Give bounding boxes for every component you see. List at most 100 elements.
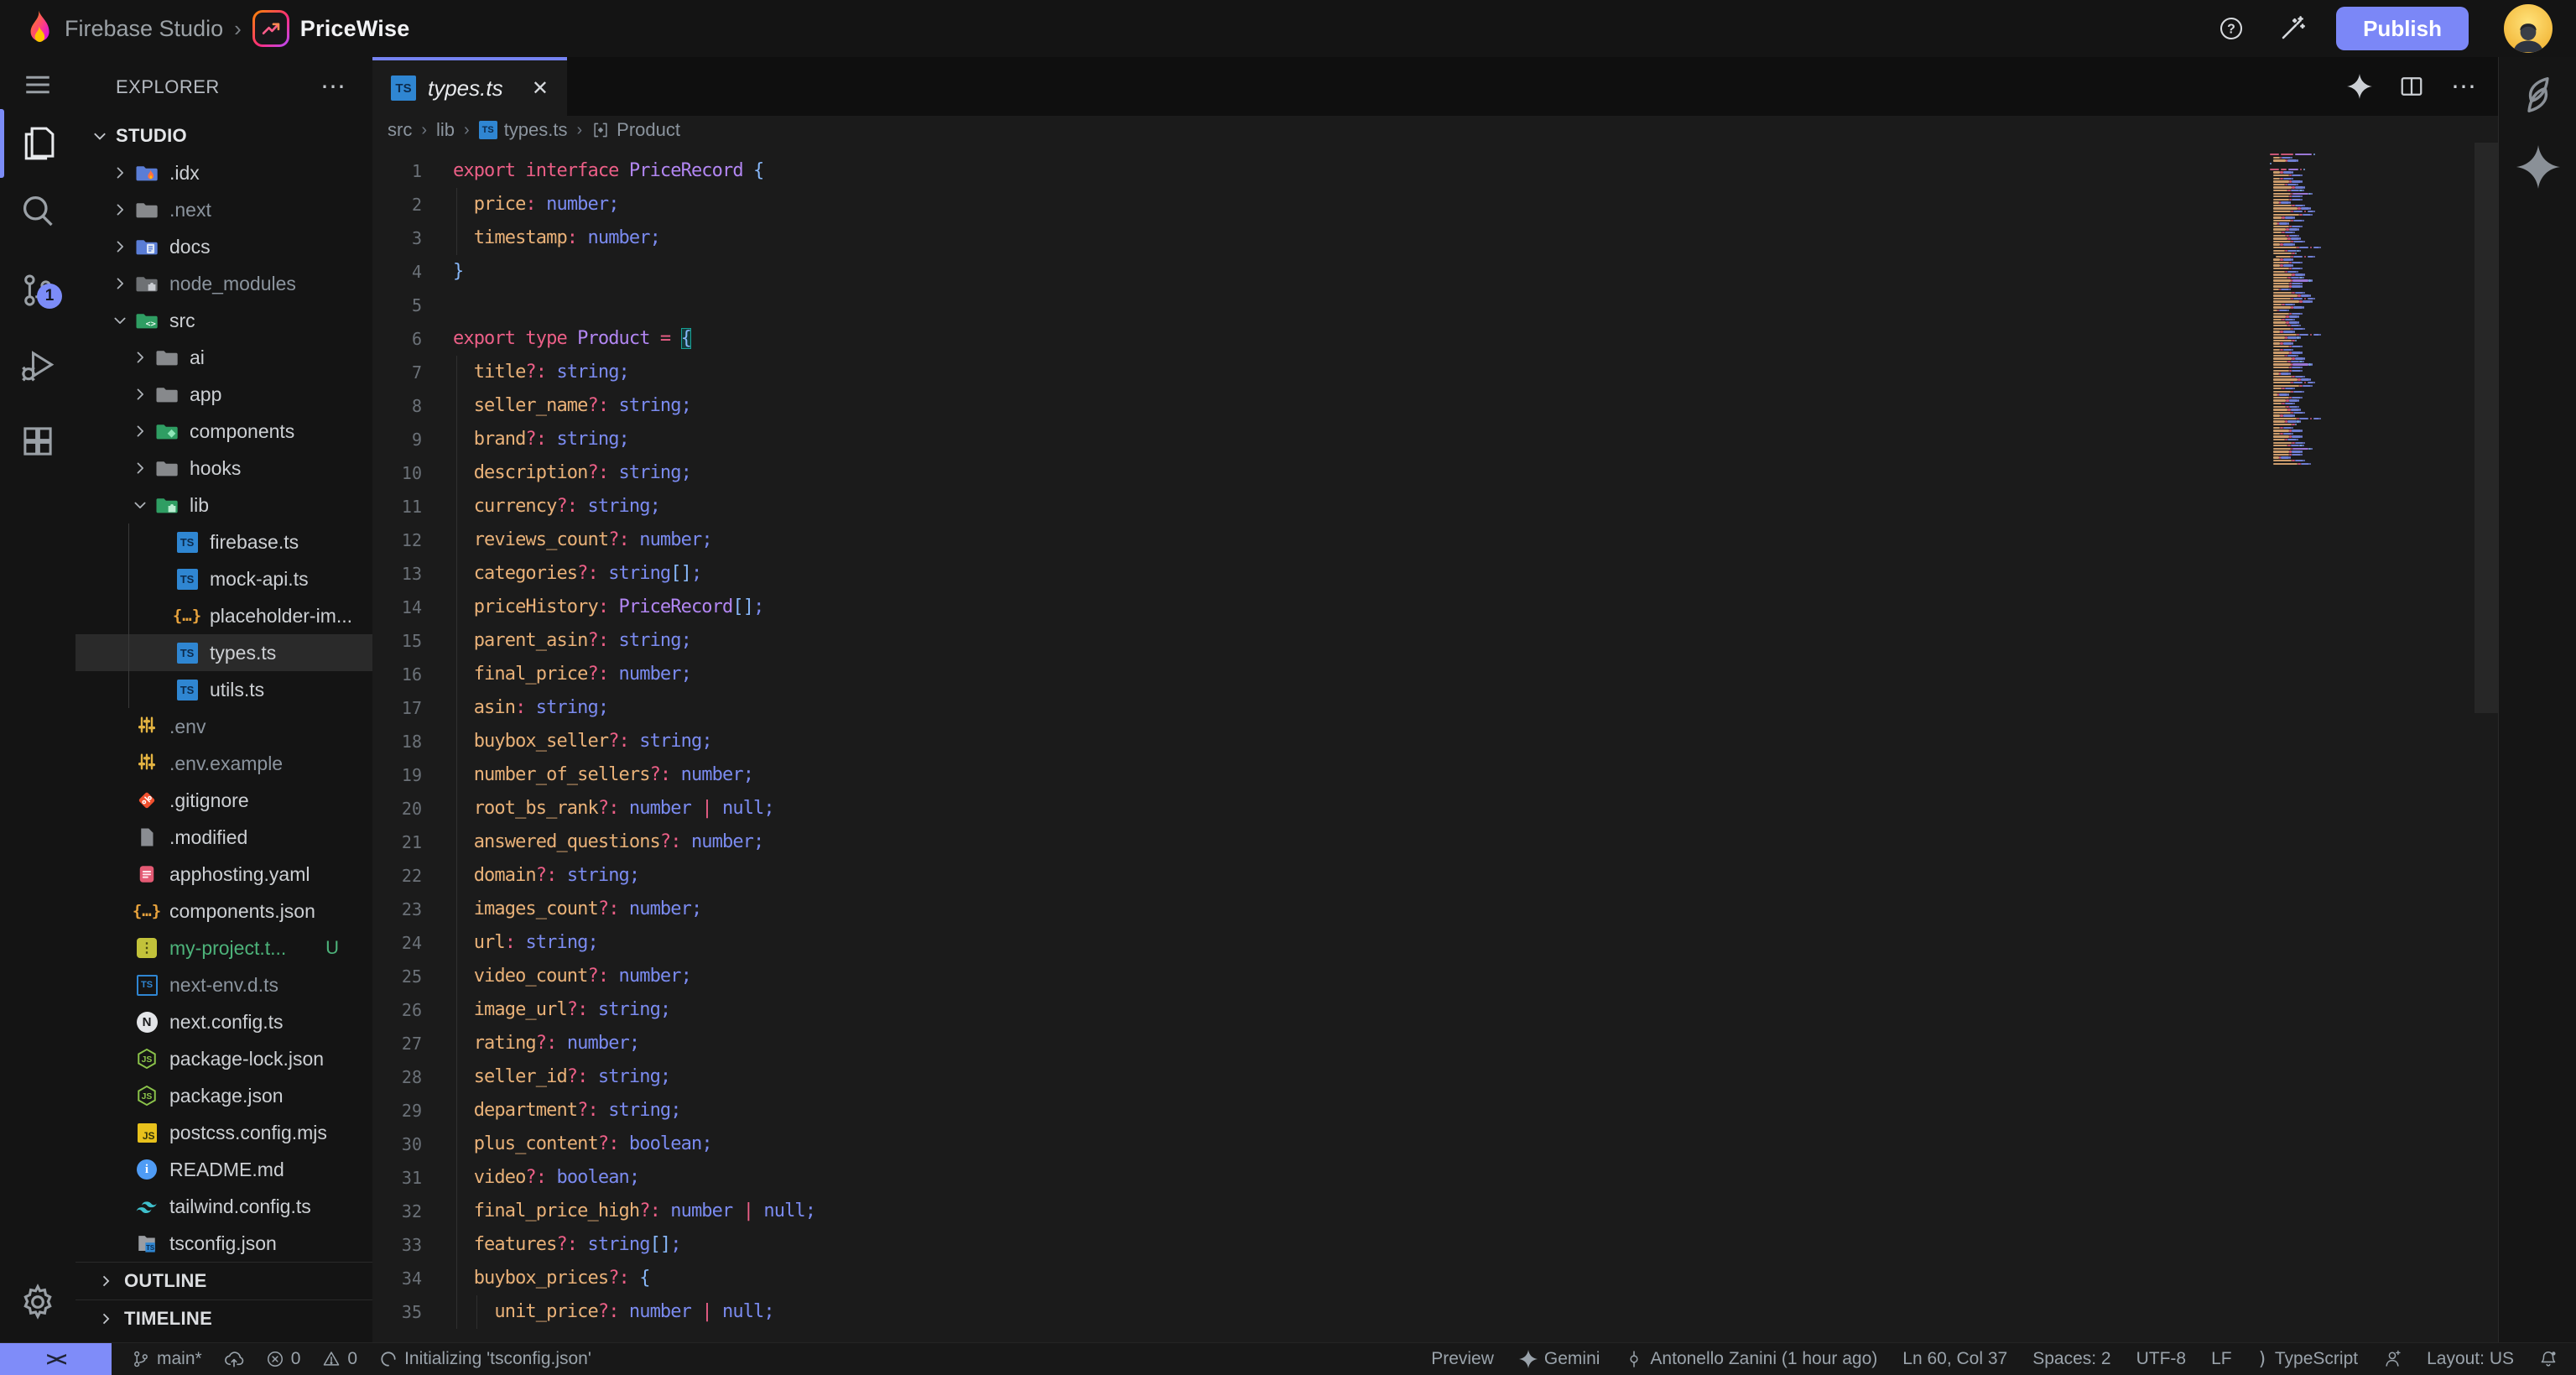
- tree-item-lib[interactable]: lib: [75, 487, 372, 523]
- tree-item-label: package-lock.json: [169, 1048, 324, 1070]
- status-item-typescript[interactable]: )TypeScript: [2257, 1349, 2358, 1370]
- breadcrumb-item-src[interactable]: src: [388, 119, 412, 141]
- tree-item-apphosting.yaml[interactable]: apphosting.yaml: [75, 856, 372, 893]
- status-item-preview[interactable]: Preview: [1431, 1349, 1494, 1369]
- line-number: 33: [372, 1228, 453, 1262]
- line-number: 28: [372, 1060, 453, 1094]
- source-control-icon[interactable]: 1: [0, 270, 75, 310]
- breadcrumb-item-types.ts[interactable]: TStypes.ts: [479, 119, 568, 141]
- code-line-17: 17 asin: string;: [372, 691, 2498, 725]
- status-item-gemini[interactable]: Gemini: [1519, 1349, 1600, 1369]
- timeline-section[interactable]: TIMELINE: [75, 1299, 372, 1337]
- code-line-28: 28 seller_id?: string;: [372, 1060, 2498, 1094]
- line-number: 32: [372, 1195, 453, 1228]
- status-item-cloud-upload[interactable]: [224, 1349, 244, 1369]
- publish-button[interactable]: Publish: [2336, 7, 2469, 50]
- tree-item-app[interactable]: app: [75, 376, 372, 413]
- tab-types-ts[interactable]: TS types.ts ✕: [372, 57, 567, 116]
- tailwind-icon: [136, 1195, 158, 1217]
- status-item-layout-us[interactable]: Layout: US: [2427, 1349, 2514, 1369]
- tree-item-next-env.d.ts[interactable]: TSnext-env.d.ts: [75, 966, 372, 1003]
- help-icon[interactable]: ?: [2219, 16, 2244, 41]
- chevron-right-icon: [129, 349, 151, 366]
- tree-item-firebase.ts[interactable]: TSfirebase.ts: [75, 523, 372, 560]
- tree-item-.gitignore[interactable]: .gitignore: [75, 782, 372, 819]
- tree-item-next.config.ts[interactable]: Nnext.config.ts: [75, 1003, 372, 1040]
- status-item-spaces-2[interactable]: Spaces: 2: [2032, 1349, 2110, 1369]
- breadcrumb: src›lib›TStypes.ts›Product: [372, 116, 2498, 144]
- chevron-right-icon: ›: [234, 16, 242, 42]
- split-editor-icon[interactable]: [2399, 74, 2424, 99]
- sparkle-icon[interactable]: [2347, 74, 2372, 99]
- tree-item-.env[interactable]: .env: [75, 708, 372, 745]
- gemini-sparkle-icon[interactable]: [2499, 138, 2576, 196]
- avatar[interactable]: [2504, 4, 2553, 53]
- status-item-antonello-zanini-1-hour-ago[interactable]: Antonello Zanini (1 hour ago): [1625, 1349, 1877, 1369]
- status-item-person[interactable]: [2383, 1350, 2402, 1368]
- status-item-initializing-tsconfig-json[interactable]: Initializing 'tsconfig.json': [379, 1349, 591, 1369]
- tree-item-label: apphosting.yaml: [169, 863, 310, 886]
- line-number: 25: [372, 960, 453, 993]
- status-item-0[interactable]: 0: [266, 1349, 301, 1369]
- right-rail: [2498, 57, 2576, 1342]
- studio-swirl-icon[interactable]: [2499, 65, 2576, 124]
- tree-item-label: docs: [169, 236, 211, 258]
- editor-scrollbar[interactable]: [2475, 143, 2498, 713]
- tree-item-mock-api.ts[interactable]: TSmock-api.ts: [75, 560, 372, 597]
- tree-item-package-lock.json[interactable]: JSpackage-lock.json: [75, 1040, 372, 1077]
- tree-item-hooks[interactable]: hooks: [75, 450, 372, 487]
- extensions-icon[interactable]: [0, 421, 75, 461]
- explorer-more-icon[interactable]: ⋯: [320, 83, 347, 91]
- code-line-16: 16 final_price?: number;: [372, 658, 2498, 691]
- bell-icon: [2539, 1350, 2558, 1368]
- tree-item-utils.ts[interactable]: TSutils.ts: [75, 671, 372, 708]
- chevron-right-icon: [109, 201, 131, 218]
- tree-item-src[interactable]: <>src: [75, 302, 372, 339]
- line-number: 14: [372, 591, 453, 624]
- tree-item-.modified[interactable]: .modified: [75, 819, 372, 856]
- tree-item-.idx[interactable]: .idx: [75, 154, 372, 191]
- menu-icon[interactable]: [0, 65, 75, 105]
- tree-item-package.json[interactable]: JSpackage.json: [75, 1077, 372, 1114]
- tree-item-tsconfig.json[interactable]: TStsconfig.json: [75, 1225, 372, 1262]
- status-item-utf-8[interactable]: UTF-8: [2136, 1349, 2187, 1369]
- breadcrumb-item-lib[interactable]: lib: [436, 119, 455, 141]
- tree-item-components[interactable]: components: [75, 413, 372, 450]
- tree-item-my-project.t...[interactable]: ⋮my-project.t...U: [75, 930, 372, 966]
- status-item-bell[interactable]: [2539, 1350, 2558, 1368]
- tree-item-tailwind.config.ts[interactable]: tailwind.config.ts: [75, 1188, 372, 1225]
- tree-item-placeholder-im...[interactable]: {…}placeholder-im...: [75, 597, 372, 634]
- outline-section[interactable]: OUTLINE: [75, 1262, 372, 1299]
- code-editor[interactable]: 1export interface PriceRecord {2 price: …: [372, 144, 2498, 1329]
- search-icon[interactable]: [0, 190, 75, 231]
- breadcrumb-item-Product[interactable]: Product: [591, 119, 680, 141]
- section-studio[interactable]: STUDIO: [75, 117, 372, 154]
- close-icon[interactable]: ✕: [532, 76, 549, 101]
- magic-wand-icon[interactable]: [2279, 15, 2306, 42]
- tree-item-components.json[interactable]: {…}components.json: [75, 893, 372, 930]
- status-item-ln-60-col-37[interactable]: Ln 60, Col 37: [1902, 1349, 2007, 1369]
- settings-gear-icon[interactable]: [0, 1282, 75, 1322]
- tree-item-.next[interactable]: .next: [75, 191, 372, 228]
- status-item-0[interactable]: 0: [322, 1349, 357, 1369]
- run-debug-icon[interactable]: [0, 346, 75, 386]
- line-number: 24: [372, 926, 453, 960]
- tree-item-docs[interactable]: docs: [75, 228, 372, 265]
- remote-indicator[interactable]: ><: [0, 1343, 112, 1375]
- more-icon[interactable]: ⋯: [2451, 72, 2478, 102]
- tree-item-postcss.config.mjs[interactable]: JSpostcss.config.mjs: [75, 1114, 372, 1151]
- minimap[interactable]: [2270, 154, 2471, 466]
- explorer-header: EXPLORER: [116, 76, 220, 98]
- tree-item-README.md[interactable]: iREADME.md: [75, 1151, 372, 1188]
- chevron-right-icon: [129, 423, 151, 440]
- git-status-badge: U: [325, 937, 339, 959]
- js-icon: JS: [136, 1122, 158, 1143]
- tree-item-node-modules[interactable]: node_modules: [75, 265, 372, 302]
- section-label: STUDIO: [116, 125, 187, 147]
- explorer-icon[interactable]: [0, 123, 75, 164]
- tree-item-ai[interactable]: ai: [75, 339, 372, 376]
- status-item-lf[interactable]: LF: [2211, 1349, 2232, 1369]
- status-item-main[interactable]: main*: [132, 1349, 202, 1369]
- tree-item-.env.example[interactable]: .env.example: [75, 745, 372, 782]
- tree-item-types.ts[interactable]: TStypes.ts: [75, 634, 372, 671]
